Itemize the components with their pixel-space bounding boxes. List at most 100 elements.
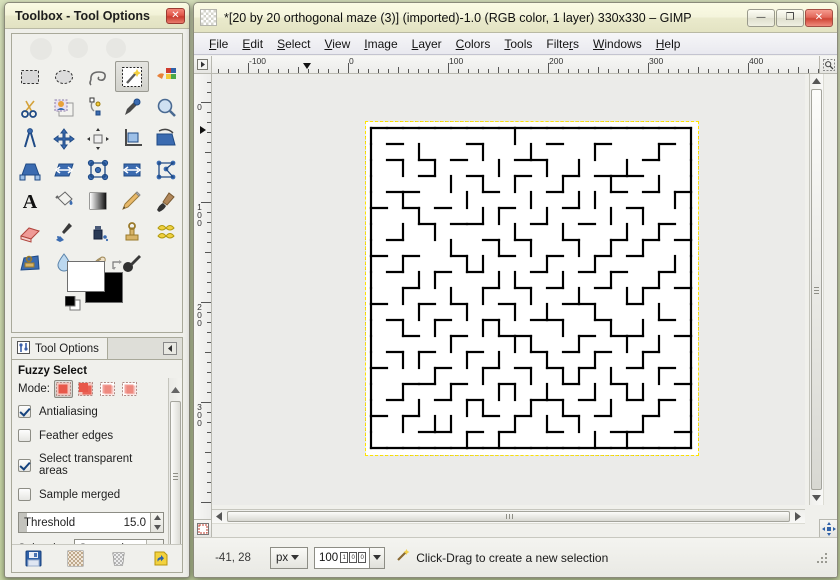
restore-icon[interactable] xyxy=(66,549,86,569)
select-by-color-tool[interactable] xyxy=(149,61,183,92)
canvas-horizontal-scrollbar[interactable] xyxy=(212,509,805,523)
vertical-scrollbar-thumb[interactable] xyxy=(811,89,822,490)
horizontal-scrollbar-thumb[interactable] xyxy=(227,511,790,522)
threshold-slider[interactable]: Threshold 15.0 xyxy=(18,512,164,533)
checkbox-feather-edges[interactable] xyxy=(18,429,31,442)
ruler-origin-button[interactable] xyxy=(194,56,212,74)
bucket-fill-tool[interactable] xyxy=(47,185,81,216)
shear-tool[interactable] xyxy=(47,154,81,185)
clone-tool[interactable] xyxy=(115,216,149,247)
checkbox-sample-merged[interactable] xyxy=(18,488,31,501)
scroll-up-icon[interactable] xyxy=(171,380,180,398)
mode-add[interactable] xyxy=(76,380,95,398)
ruler-label: 0 xyxy=(197,102,202,112)
checkbox-label: Sample merged xyxy=(39,488,121,501)
menu-image[interactable]: Image xyxy=(357,35,404,53)
ruler-tick xyxy=(207,432,211,433)
navigation-preview-button[interactable] xyxy=(819,519,837,537)
ruler-tick xyxy=(578,69,579,73)
foreground-color-swatch[interactable] xyxy=(67,261,105,292)
foreground-select-tool[interactable] xyxy=(47,92,81,123)
color-picker-tool[interactable] xyxy=(115,92,149,123)
free-select-tool[interactable] xyxy=(81,61,115,92)
unit-dropdown[interactable]: px xyxy=(270,546,308,569)
trash-icon[interactable] xyxy=(108,549,128,569)
mode-intersect[interactable] xyxy=(120,380,139,398)
scroll-up-arrow-icon[interactable] xyxy=(810,74,824,88)
vertical-ruler[interactable]: 0 100 200 300 xyxy=(194,74,212,519)
canvas-vertical-scrollbar[interactable] xyxy=(809,74,823,505)
perspective-tool[interactable] xyxy=(81,154,115,185)
menu-select[interactable]: Select xyxy=(270,35,317,53)
menu-help[interactable]: Help xyxy=(649,35,688,53)
zoom-tool[interactable] xyxy=(149,92,183,123)
threshold-step-down[interactable] xyxy=(151,523,163,533)
checkbox-label: Antialiasing xyxy=(39,405,98,418)
text-tool[interactable]: A xyxy=(13,185,47,216)
paths-tool[interactable] xyxy=(81,92,115,123)
pencil-tool[interactable] xyxy=(115,185,149,216)
tab-tool-options[interactable]: Tool Options xyxy=(12,338,108,359)
ellipse-select-tool[interactable] xyxy=(47,61,81,92)
measure-tool[interactable] xyxy=(13,123,47,154)
alignment-tool[interactable] xyxy=(81,123,115,154)
ruler-tick xyxy=(318,69,319,73)
menu-view[interactable]: View xyxy=(317,35,357,53)
menu-edit[interactable]: Edit xyxy=(235,35,270,53)
zoom-value: 100 xyxy=(319,551,339,564)
menu-colors[interactable]: Colors xyxy=(449,35,498,53)
zoom-image-window-button[interactable] xyxy=(819,56,837,74)
mode-replace[interactable] xyxy=(53,380,73,398)
ruler-tick xyxy=(207,132,211,133)
cage-transform-tool[interactable] xyxy=(149,154,183,185)
toolbox-close-button[interactable]: ✕ xyxy=(166,7,185,24)
tool-options-scrollbar[interactable] xyxy=(168,378,182,567)
scroll-down-arrow-icon[interactable] xyxy=(810,491,824,505)
selected-image-layer[interactable] xyxy=(365,121,699,456)
gimp-titlebar[interactable]: *[20 by 20 orthogonal maze (3)] (importe… xyxy=(194,3,837,33)
ruler-tick xyxy=(398,67,399,73)
mode-subtract[interactable] xyxy=(98,380,117,398)
crop-tool[interactable] xyxy=(115,123,149,154)
zoom-dropdown-button[interactable] xyxy=(369,546,386,569)
menu-tools[interactable]: Tools xyxy=(497,35,539,53)
move-tool[interactable] xyxy=(47,123,81,154)
scroll-right-arrow-icon[interactable] xyxy=(791,510,805,524)
zoom-input[interactable]: 100 100 xyxy=(314,546,371,569)
heal-tool[interactable] xyxy=(149,216,183,247)
checkbox-select-transparent-areas[interactable] xyxy=(18,458,31,472)
default-colors-icon[interactable] xyxy=(64,295,81,311)
scissors-select-tool[interactable] xyxy=(13,92,47,123)
paintbrush-tool[interactable] xyxy=(149,185,183,216)
fuzzy-select-tool[interactable] xyxy=(115,61,149,92)
rotate-tool[interactable] xyxy=(149,123,183,154)
dock-menu-icon[interactable] xyxy=(161,341,179,356)
threshold-stepper[interactable] xyxy=(150,513,163,532)
airbrush-tool[interactable] xyxy=(47,216,81,247)
reset-icon[interactable] xyxy=(151,549,171,569)
eraser-tool[interactable] xyxy=(13,216,47,247)
threshold-step-up[interactable] xyxy=(151,513,163,523)
toolbox-titlebar[interactable]: Toolbox - Tool Options ✕ xyxy=(5,3,189,29)
gradient-tool[interactable] xyxy=(81,185,115,216)
window-resize-grip[interactable] xyxy=(815,551,829,565)
checkbox-antialiasing[interactable] xyxy=(18,405,31,418)
scale-tool[interactable] xyxy=(13,154,47,185)
image-canvas[interactable] xyxy=(212,74,805,505)
menu-filters[interactable]: Filters xyxy=(539,35,586,53)
scrollbar-thumb[interactable] xyxy=(170,401,181,551)
ink-tool[interactable] xyxy=(81,216,115,247)
horizontal-ruler[interactable]: -100 0 100 200 300 400 xyxy=(212,56,819,74)
floppy-icon[interactable] xyxy=(23,549,43,569)
close-button[interactable]: ✕ xyxy=(805,8,833,27)
rect-select-tool[interactable] xyxy=(13,61,47,92)
scroll-left-arrow-icon[interactable] xyxy=(212,510,226,524)
minimize-button[interactable]: — xyxy=(747,8,775,27)
quick-mask-toggle[interactable] xyxy=(194,519,212,537)
menu-layer[interactable]: Layer xyxy=(405,35,449,53)
swap-colors-icon[interactable] xyxy=(111,259,125,273)
menu-windows[interactable]: Windows xyxy=(586,35,649,53)
menu-file[interactable]: File xyxy=(202,35,235,53)
flip-tool[interactable] xyxy=(115,154,149,185)
maximize-button[interactable]: ❐ xyxy=(776,8,804,27)
